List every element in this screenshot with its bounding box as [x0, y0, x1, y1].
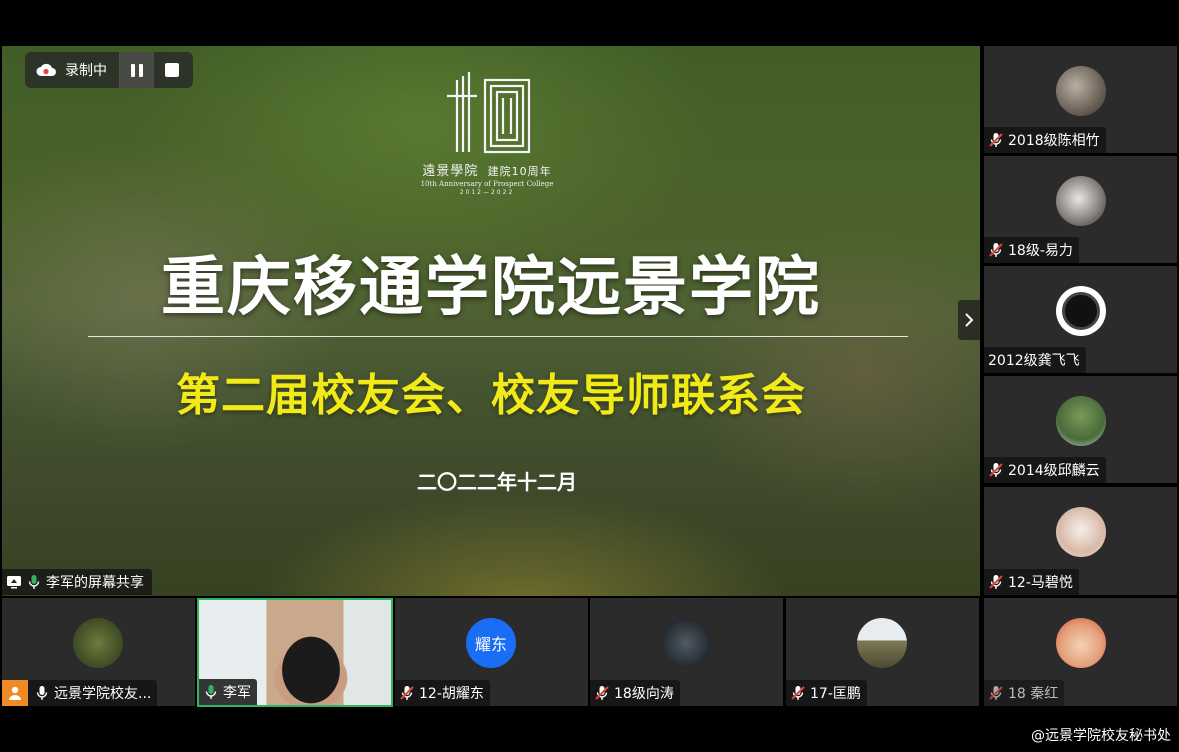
anniversary-10-logo-icon [447, 72, 531, 154]
slide-date: 二〇二二年十二月 [417, 470, 577, 494]
participant-name: 12-马碧悦 [1008, 575, 1073, 591]
participant-name-tag: 远景学院校友... [2, 680, 158, 706]
participant-name: 18级-易力 [1008, 243, 1073, 259]
microphone-icon [36, 686, 48, 700]
recording-label: 录制中 [65, 63, 107, 79]
avatar [1056, 507, 1106, 557]
participant-name-tag: 李军 [199, 679, 257, 705]
participant-tile[interactable]: 远景学院校友... [2, 598, 195, 706]
participant-name: 2012级龚飞飞 [988, 353, 1080, 369]
participant-tile[interactable]: 2018级陈相竹 [984, 46, 1177, 153]
participant-name-tag: 17-匡鹏 [786, 680, 867, 706]
microphone-muted-icon [989, 133, 1003, 147]
participant-tile[interactable]: 18 秦红 [984, 598, 1177, 706]
avatar [1056, 66, 1106, 116]
avatar [1056, 176, 1106, 226]
host-badge [2, 680, 28, 706]
participant-name: 李军 [223, 685, 251, 701]
slide-divider [88, 336, 908, 337]
participant-name-tag: 18 秦红 [984, 680, 1065, 706]
avatar: 耀东 [466, 618, 516, 668]
microphone-muted-icon [595, 686, 609, 700]
participant-tile[interactable]: 18级向涛 [590, 598, 783, 706]
screen-share-label: 李军的屏幕共享 [2, 569, 152, 595]
participant-name-tag: 12-马碧悦 [984, 569, 1079, 595]
avatar [1056, 396, 1106, 446]
participant-name: 2014级邱麟云 [1008, 463, 1100, 479]
avatar-inner [1062, 292, 1100, 330]
logo-school-text: 遠景學院 [422, 164, 479, 179]
slide-subtitle: 第二届校友会、校友导师联系会 [176, 370, 806, 421]
share-label-text: 李军的屏幕共享 [46, 575, 144, 591]
microphone-icon [205, 685, 217, 699]
slide-title: 重庆移通学院远景学院 [161, 251, 821, 325]
user-icon [9, 686, 21, 700]
avatar [1056, 286, 1106, 336]
avatar [661, 618, 711, 668]
next-page-button[interactable] [958, 300, 980, 340]
microphone-muted-icon [989, 243, 1003, 257]
pause-recording-button[interactable] [120, 52, 154, 88]
microphone-muted-icon [989, 686, 1003, 700]
participant-name-tag: 18级-易力 [984, 237, 1079, 263]
pause-icon [131, 63, 135, 77]
slide-logo: 遠景學院 建院10周年 10th Anniversary of Prospect… [397, 66, 577, 196]
participant-name: 18级向涛 [614, 686, 674, 702]
participant-tile[interactable]: 12-马碧悦 [984, 487, 1177, 595]
participant-name: 2018级陈相竹 [1008, 133, 1100, 149]
microphone-muted-icon [791, 686, 805, 700]
stop-icon [165, 63, 179, 77]
avatar [73, 618, 123, 668]
participant-name: 远景学院校友... [54, 686, 152, 702]
microphone-muted-icon [989, 463, 1003, 477]
shared-screen[interactable]: 遠景學院 建院10周年 10th Anniversary of Prospect… [2, 46, 980, 596]
logo-english-text: 10th Anniversary of Prospect College [420, 180, 554, 188]
participant-name-tag: 2018级陈相竹 [984, 127, 1106, 153]
participant-tile[interactable]: 2014级邱麟云 [984, 376, 1177, 483]
participant-tile[interactable]: 17-匡鹏 [786, 598, 979, 706]
participant-name-tag: 12-胡耀东 [395, 680, 490, 706]
avatar [857, 618, 907, 668]
cloud-record-icon [36, 63, 56, 76]
participant-tile[interactable]: 2012级龚飞飞 [984, 266, 1177, 373]
logo-school-name: 遠景學院 建院10周年 [397, 160, 577, 179]
participant-name: 17-匡鹏 [810, 686, 861, 702]
participant-name: 18 秦红 [1008, 686, 1059, 702]
recording-bar: 录制中 [25, 52, 193, 88]
stop-recording-button[interactable] [154, 52, 190, 88]
watermark: @远景学院校友秘书处 [1031, 728, 1171, 744]
participant-tile[interactable]: 18级-易力 [984, 156, 1177, 263]
logo-anniv-text: 建院10周年 [487, 165, 552, 178]
microphone-muted-icon [989, 575, 1003, 589]
participant-name-tag: 18级向涛 [590, 680, 680, 706]
microphone-icon [28, 575, 40, 589]
participant-tile[interactable]: 耀东 12-胡耀东 [395, 598, 588, 706]
participant-name: 12-胡耀东 [419, 686, 484, 702]
participant-name-tag: 2014级邱麟云 [984, 457, 1106, 483]
logo-years-text: 2012—2022 [459, 189, 515, 196]
avatar [1056, 618, 1106, 668]
pause-icon-bar [139, 63, 143, 77]
chevron-right-icon [965, 313, 974, 327]
microphone-muted-icon [400, 686, 414, 700]
participant-tile-active-speaker[interactable]: 李军 [197, 598, 393, 707]
screen-share-icon [7, 576, 21, 589]
participant-name-tag: 2012级龚飞飞 [984, 347, 1086, 373]
meeting-window: 遠景學院 建院10周年 10th Anniversary of Prospect… [0, 0, 1179, 752]
